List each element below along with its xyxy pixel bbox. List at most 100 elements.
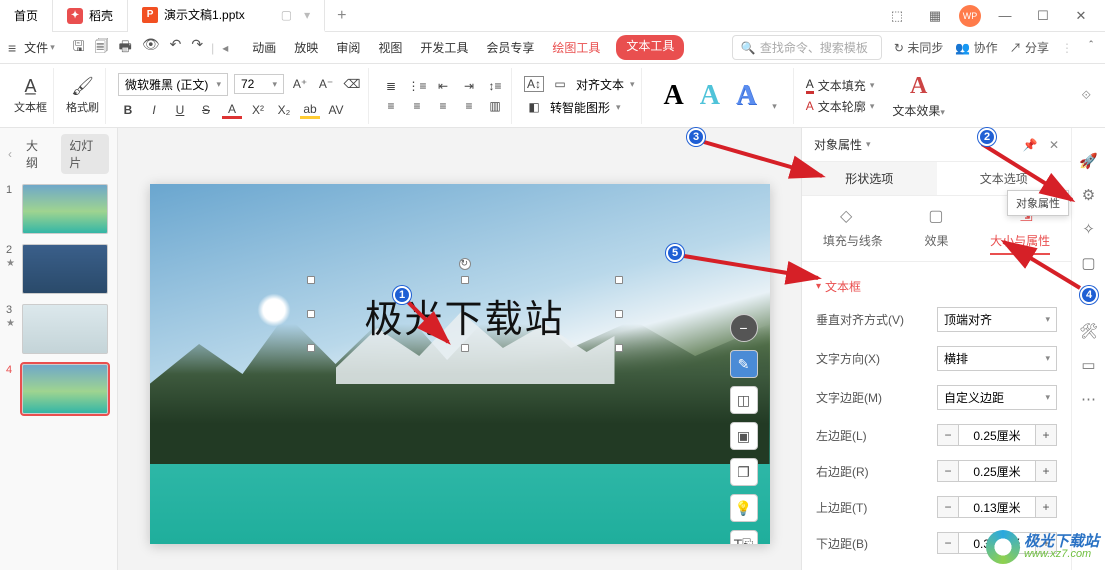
resize-handle-tr[interactable] [615,276,623,284]
command-search[interactable]: 🔍查找命令、搜索模板 [732,35,882,60]
resize-handle-mr[interactable] [615,310,623,318]
crop-icon[interactable]: ◫ [730,386,758,414]
panel-title[interactable]: 对象属性▾ [814,136,871,153]
rail-settings-icon[interactable]: ⚙ [1082,186,1095,204]
new-tab-button[interactable]: + [325,7,358,25]
thumb-1[interactable]: 1 [6,184,111,234]
rail-more-icon[interactable]: ⋯ [1081,390,1096,408]
thumb-prev-icon[interactable]: ‹ [8,147,12,161]
align-text-label[interactable]: 对齐文本 [576,76,624,93]
print-icon[interactable]: 🖶 [119,36,132,60]
margin-mode-select[interactable]: 自定义边距▾ [937,385,1057,410]
tab-anim[interactable]: 动画 [250,35,278,60]
close-button[interactable]: ✕ [1067,2,1095,30]
indent-dec-button[interactable]: ⇤ [433,79,453,93]
slides-tab[interactable]: 幻灯片 [61,134,109,174]
right-margin-dec[interactable]: − [937,460,959,482]
format-painter-icon[interactable]: 🖌 [71,76,94,97]
smart-graphic-label[interactable]: 转智能图形 [550,99,610,116]
layout-icon[interactable]: ⬚ [883,2,911,30]
ribbon-overflow[interactable]: ⟐ [1076,88,1097,103]
tab-show[interactable]: 放映 [292,35,320,60]
share-button[interactable]: ↗ 分享 [1010,39,1049,56]
thumb-2[interactable]: 2★ [6,244,111,294]
text-direction-button[interactable]: A↕ [524,76,544,92]
zoom-out-icon[interactable]: − [730,314,758,342]
subtab-effect[interactable]: 效果 [924,232,948,255]
text-fill-button[interactable]: A文本填充▾ [806,77,875,94]
subtab-fill[interactable]: 填充与线条 [823,232,883,255]
tab-text-tools[interactable]: 文本工具 [616,35,684,60]
smart-graphic-icon[interactable]: ◧ [524,100,544,114]
align-center-button[interactable]: ≡ [407,99,427,113]
bottom-margin-dec[interactable]: − [937,532,959,554]
top-margin-inc[interactable]: + [1035,496,1057,518]
left-margin-input[interactable] [959,424,1035,446]
tab-dev[interactable]: 开发工具 [418,35,470,60]
text-effects-icon[interactable]: A [910,73,927,100]
tab-review[interactable]: 审阅 [334,35,362,60]
underline-button[interactable]: U [170,103,190,117]
frame-icon[interactable]: ▣ [730,422,758,450]
font-size-select[interactable]: 72▾ [234,74,284,94]
align-left-button[interactable]: ≡ [381,99,401,113]
resize-handle-bl[interactable] [307,344,315,352]
pin-icon[interactable]: 📌 [1023,138,1038,152]
idea-icon[interactable]: 💡 [730,494,758,522]
ribbon-collapse-icon[interactable]: ＾ [1085,39,1097,56]
text-tool-icon[interactable]: T⎘ [730,530,758,544]
top-margin-dec[interactable]: − [937,496,959,518]
superscript-button[interactable]: X² [248,103,268,117]
numbering-button[interactable]: ⋮≡ [407,79,427,93]
valign-select[interactable]: 顶端对齐▾ [937,307,1057,332]
tab-view[interactable]: 视图 [376,35,404,60]
wordart-more-icon[interactable]: ▾ [772,101,777,112]
panel-icon-effect[interactable]: ▢ [928,206,943,226]
highlight-button[interactable]: ab [300,102,320,119]
undo-icon[interactable]: ↶ [170,36,182,60]
strike-button[interactable]: S [196,103,216,117]
font-family-select[interactable]: 微软雅黑 (正文)▾ [118,73,228,96]
panel-tab-shape[interactable]: 形状选项 [802,162,937,195]
save-icon[interactable]: 🖫 [73,36,85,60]
thumb-3[interactable]: 3★ [6,304,111,354]
subtab-size[interactable]: 大小与属性 [990,232,1050,255]
sync-status[interactable]: ↻ 未同步 [894,39,943,56]
resize-handle-br[interactable] [615,344,623,352]
textbox-label[interactable]: 文本框 [14,99,47,115]
grid-icon[interactable]: ▦ [921,2,949,30]
resize-handle-ml[interactable] [307,310,315,318]
bold-button[interactable]: B [118,103,138,117]
font-color-button[interactable]: A [222,102,242,119]
clear-format-icon[interactable]: ⌫ [342,77,362,91]
selected-textbox[interactable]: 极光下载站 [310,279,620,349]
align-justify-button[interactable]: ≡ [459,99,479,113]
top-margin-input[interactable] [959,496,1035,518]
file-menu[interactable]: 文件▾ [24,39,55,56]
resize-handle-tl[interactable] [307,276,315,284]
wordart-style-2[interactable]: A [700,80,720,112]
columns-button[interactable]: ▥ [485,99,505,113]
layers-icon[interactable]: ❐ [730,458,758,486]
rail-sparkle-icon[interactable]: ✧ [1082,220,1095,238]
tab-home[interactable]: 首页 [0,0,53,32]
redo-icon[interactable]: ↷ [191,36,203,60]
minimize-button[interactable]: — [991,2,1019,30]
tab-drawing-tools[interactable]: 绘图工具 [550,35,602,60]
subscript-button[interactable]: X₂ [274,103,294,117]
shrink-font-icon[interactable]: A⁻ [316,77,336,91]
tab-vip[interactable]: 会员专享 [484,35,536,60]
align-right-button[interactable]: ≡ [433,99,453,113]
textbox-text[interactable]: 极光下载站 [311,280,619,343]
user-avatar[interactable]: WP [959,5,981,27]
right-margin-input[interactable] [959,460,1035,482]
ribbon-start-icon[interactable]: ◂ [222,41,228,55]
save-as-icon[interactable]: 🗐 [95,36,109,60]
textbox-icon[interactable]: A̲ [24,76,36,97]
maximize-button[interactable]: ☐ [1029,2,1057,30]
preview-icon[interactable]: 👁 [142,36,160,60]
panel-icon-fill[interactable]: ◇ [840,206,852,226]
current-slide[interactable]: 极光下载站 − ✎ ◫ ▣ ❐ 💡 T⎘ [150,184,770,544]
section-textbox[interactable]: 文本框 [816,278,1057,295]
eyedropper-icon[interactable]: ✎ [730,350,758,378]
